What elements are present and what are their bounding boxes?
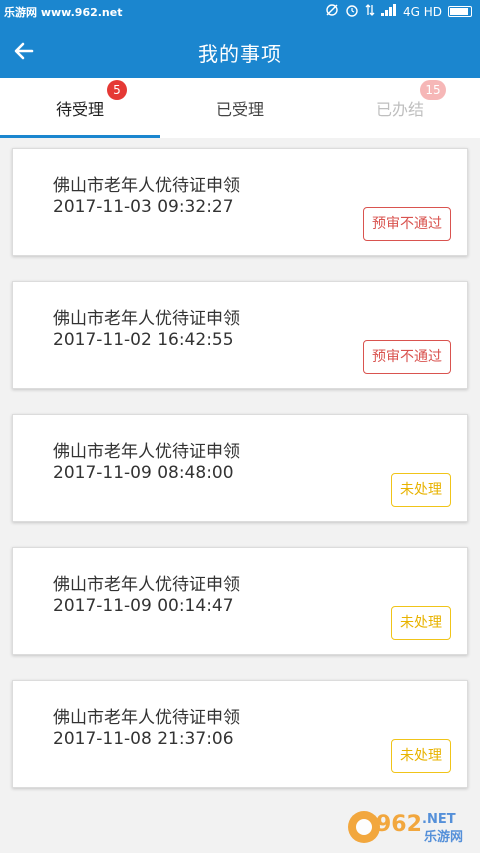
logo-cn-text: 乐游网 bbox=[424, 829, 463, 845]
item-time: 2017-11-09 00:14:47 bbox=[53, 596, 234, 616]
status-badge: 未处理 bbox=[391, 473, 451, 507]
tab-indicator bbox=[0, 135, 160, 138]
page-title: 我的事项 bbox=[198, 42, 282, 66]
list-item[interactable]: 佛山市老年人优待证申领 2017-11-09 00:14:47 未处理 bbox=[12, 547, 468, 655]
tab-badge: 15 bbox=[420, 80, 446, 100]
item-time: 2017-11-08 21:37:06 bbox=[53, 729, 234, 749]
status-badge: 未处理 bbox=[391, 739, 451, 773]
item-list: 佛山市老年人优待证申领 2017-11-03 09:32:27 预审不通过 佛山… bbox=[12, 148, 468, 813]
list-item[interactable]: 佛山市老年人优待证申领 2017-11-08 21:37:06 未处理 bbox=[12, 680, 468, 788]
status-bar: 乐游网 www.962.net 4G HD bbox=[0, 0, 480, 24]
watermark-logo: 962 .NET 乐游网 bbox=[348, 811, 463, 845]
list-item[interactable]: 佛山市老年人优待证申领 2017-11-03 09:32:27 预审不通过 bbox=[12, 148, 468, 256]
status-badge: 预审不通过 bbox=[363, 207, 451, 241]
app-bar: 我的事项 bbox=[0, 24, 480, 78]
item-title: 佛山市老年人优待证申领 bbox=[53, 176, 240, 196]
list-item[interactable]: 佛山市老年人优待证申领 2017-11-02 16:42:55 预审不通过 bbox=[12, 281, 468, 389]
item-title: 佛山市老年人优待证申领 bbox=[53, 708, 240, 728]
tab-pending[interactable]: 待受理 5 bbox=[0, 78, 160, 138]
item-title: 佛山市老年人优待证申领 bbox=[53, 442, 240, 462]
list-item[interactable]: 佛山市老年人优待证申领 2017-11-09 08:48:00 未处理 bbox=[12, 414, 468, 522]
logo-962-text: 962 bbox=[376, 812, 422, 837]
network-type: 4G HD bbox=[402, 4, 442, 19]
alarm-icon bbox=[345, 3, 359, 20]
tab-accepted[interactable]: 已受理 bbox=[160, 78, 320, 138]
battery-icon bbox=[448, 6, 472, 17]
tab-label: 待受理 bbox=[55, 100, 104, 119]
tab-label: 已办结 bbox=[375, 100, 424, 119]
item-title: 佛山市老年人优待证申领 bbox=[53, 309, 240, 329]
item-time: 2017-11-03 09:32:27 bbox=[53, 197, 234, 217]
status-icons: 4G HD bbox=[325, 3, 472, 20]
item-time: 2017-11-09 08:48:00 bbox=[53, 463, 234, 483]
logo-net-text: .NET bbox=[422, 812, 456, 827]
signal-icon bbox=[380, 4, 397, 19]
tab-bar: 待受理 5 已受理 已办结 15 bbox=[0, 78, 480, 138]
tab-completed[interactable]: 已办结 15 bbox=[320, 78, 480, 138]
status-badge: 未处理 bbox=[391, 606, 451, 640]
sync-off-icon bbox=[325, 3, 339, 20]
tab-badge: 5 bbox=[107, 80, 127, 100]
status-badge: 预审不通过 bbox=[363, 340, 451, 374]
item-time: 2017-11-02 16:42:55 bbox=[53, 330, 234, 350]
data-transfer-icon bbox=[365, 3, 375, 20]
item-title: 佛山市老年人优待证申领 bbox=[53, 575, 240, 595]
tab-label: 已受理 bbox=[215, 100, 264, 119]
status-bar-watermark: 乐游网 www.962.net bbox=[4, 6, 123, 19]
